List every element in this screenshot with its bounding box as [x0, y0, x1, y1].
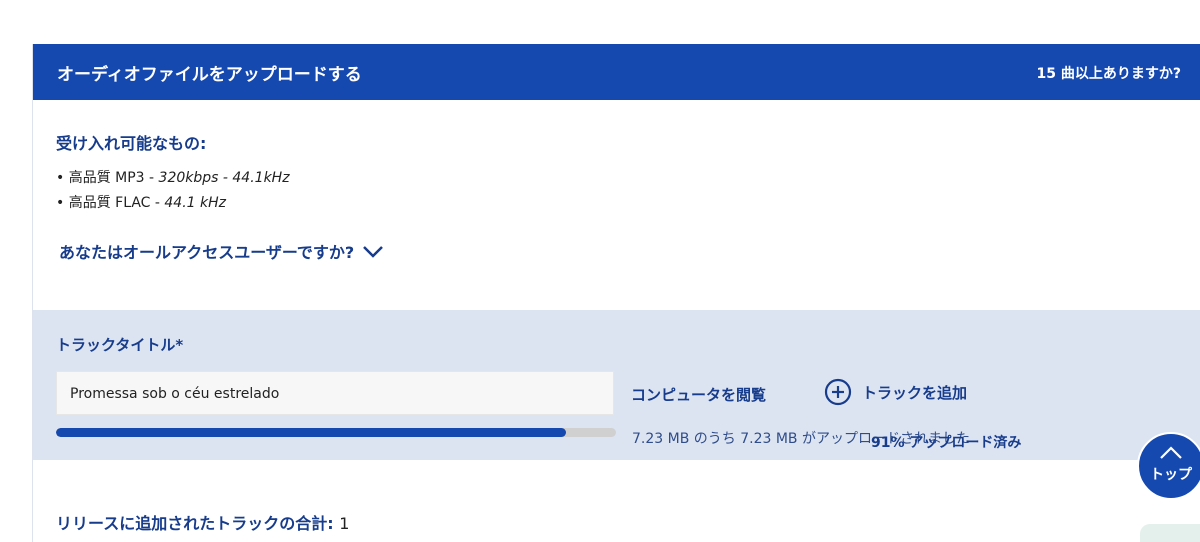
format-mp3-label: • 高品質 MP3 - [56, 170, 159, 186]
chevron-up-icon [1160, 446, 1182, 459]
track-title-label: トラックタイトル* [56, 336, 184, 354]
all-access-toggle[interactable]: あなたはオールアクセスユーザーですか? [59, 239, 384, 263]
format-flac-detail: 44.1 kHz [164, 195, 226, 211]
track-section: トラックタイトル* Promessa sob o céu estrelado コ… [33, 310, 1200, 460]
plus-circle-icon [824, 378, 852, 406]
upload-header: オーディオファイルをアップロードする 15 曲以上ありますか? [33, 44, 1200, 100]
chevron-down-icon [363, 246, 384, 258]
upload-status-text: 91% アップロード済み [871, 435, 1022, 451]
add-track-button[interactable]: トラックを追加 [824, 378, 967, 406]
browse-computer-button[interactable]: コンピュータを閲覧 [631, 384, 766, 405]
upload-panel: オーディオファイルをアップロードする 15 曲以上ありますか? 受け入れ可能なも… [32, 44, 1200, 542]
accepted-formats-title: 受け入れ可能なもの: [56, 134, 207, 153]
track-total: リリースに追加されたトラックの合計: 1 [56, 510, 349, 534]
track-total-label: リリースに追加されたトラックの合計: [56, 514, 334, 533]
upload-progress-fill [56, 428, 566, 437]
upload-progress-bar [56, 428, 616, 437]
upload-title: オーディオファイルをアップロードする [57, 65, 362, 85]
format-flac-label: • 高品質 FLAC - [56, 195, 165, 211]
track-total-count: 1 [339, 514, 350, 533]
decorative-corner [1140, 524, 1200, 542]
all-access-question: あなたはオールアクセスユーザーですか? [59, 243, 355, 262]
back-to-top-label: トップ [1150, 467, 1192, 483]
format-mp3-detail: 320kbps - 44.1kHz [158, 170, 290, 186]
format-mp3: • 高品質 MP3 - 320kbps - 44.1kHz [56, 167, 290, 187]
format-flac: • 高品質 FLAC - 44.1 kHz [56, 192, 226, 212]
add-track-label: トラックを追加 [862, 383, 968, 402]
track-title-input[interactable]: Promessa sob o céu estrelado [56, 371, 614, 415]
more-songs-link[interactable]: 15 曲以上ありますか? [1037, 63, 1181, 83]
back-to-top-button[interactable]: トップ [1137, 432, 1200, 500]
